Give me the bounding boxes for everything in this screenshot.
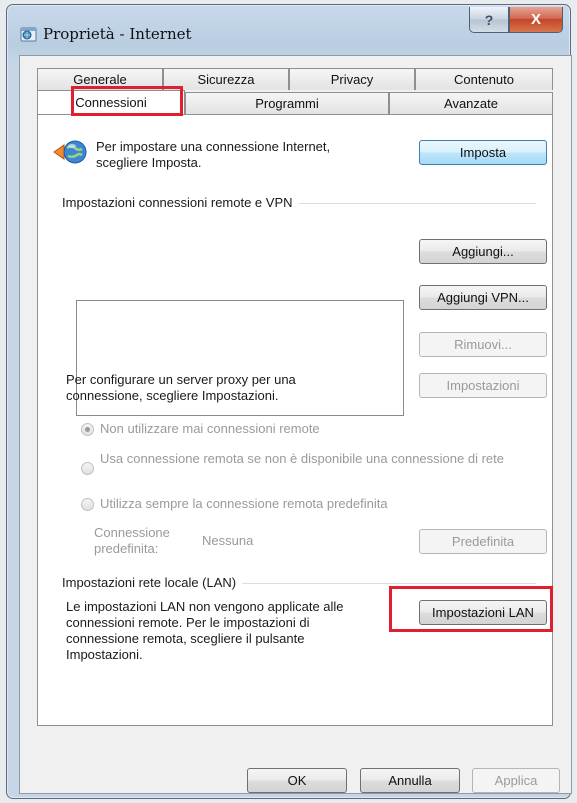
help-button[interactable]: ? xyxy=(469,7,509,33)
rimuovi-button[interactable]: Rimuovi... xyxy=(419,332,547,357)
ok-button[interactable]: OK xyxy=(247,768,347,793)
tab-privacy[interactable]: Privacy xyxy=(289,68,415,90)
window-frame: Proprietà - Internet ? X Generale Sicure… xyxy=(6,4,572,799)
tab-avanzate[interactable]: Avanzate xyxy=(389,92,553,114)
tab-label: Generale xyxy=(73,72,127,87)
tab-connessioni[interactable]: Connessioni xyxy=(37,90,185,114)
button-label: Impostazioni LAN xyxy=(432,605,534,620)
aggiungi-button[interactable]: Aggiungi... xyxy=(419,239,547,264)
radio-never-dial[interactable] xyxy=(81,423,94,436)
radio-when-needed-label: Usa connessione remota se non è disponib… xyxy=(100,451,504,466)
lan-text: Le impostazioni LAN non vengono applicat… xyxy=(66,599,344,662)
button-label: Annulla xyxy=(388,773,432,788)
tab-label: Sicurezza xyxy=(197,72,255,87)
button-label: OK xyxy=(287,773,307,788)
annulla-button[interactable]: Annulla xyxy=(360,768,460,793)
internet-options-icon xyxy=(19,24,39,44)
window-title: Proprietà - Internet xyxy=(43,25,192,43)
radio-dial-when-needed[interactable] xyxy=(81,462,94,475)
tab-programmi[interactable]: Programmi xyxy=(185,92,389,114)
tab-label: Privacy xyxy=(330,72,374,87)
radio-always-dial[interactable] xyxy=(81,498,94,511)
remote-group-title: Impostazioni connessioni remote e VPN xyxy=(62,195,299,210)
setup-text: Per impostare una connessione Internet, … xyxy=(96,139,331,170)
impostazioni-lan-button[interactable]: Impostazioni LAN xyxy=(419,600,547,625)
radio-always-label: Utilizza sempre la connessione remota pr… xyxy=(100,496,388,511)
title-bar[interactable]: Proprietà - Internet ? X xyxy=(7,5,570,57)
aggiungi-vpn-button[interactable]: Aggiungi VPN... xyxy=(419,285,547,310)
applica-button[interactable]: Applica xyxy=(472,768,560,793)
button-label: Aggiungi VPN... xyxy=(437,290,529,305)
tab-contenuto[interactable]: Contenuto xyxy=(415,68,553,90)
tab-sicurezza[interactable]: Sicurezza xyxy=(163,68,289,90)
predefinita-button[interactable]: Predefinita xyxy=(419,529,547,554)
tab-label: Avanzate xyxy=(444,96,498,111)
impostazioni-button[interactable]: Impostazioni xyxy=(419,373,547,398)
button-label: Rimuovi... xyxy=(454,337,512,352)
proxy-text: Per configurare un server proxy per una … xyxy=(66,372,296,403)
imposta-button[interactable]: Imposta xyxy=(419,140,547,165)
connessioni-panel: Per impostare una connessione Internet, … xyxy=(37,114,553,726)
close-button[interactable]: X xyxy=(509,7,563,33)
lan-group-title: Impostazioni rete locale (LAN) xyxy=(62,575,243,590)
help-icon: ? xyxy=(484,11,494,28)
default-connection-value: Nessuna xyxy=(202,533,254,548)
radio-never-label: Non utilizzare mai connessioni remote xyxy=(100,421,320,436)
tab-generale[interactable]: Generale xyxy=(37,68,163,90)
button-label: Predefinita xyxy=(451,534,515,549)
tab-label: Connessioni xyxy=(75,95,147,110)
tab-label: Contenuto xyxy=(454,72,514,87)
close-icon: X xyxy=(530,11,541,28)
button-label: Aggiungi... xyxy=(452,244,514,259)
dialog-client-area: Generale Sicurezza Privacy Contenuto Con… xyxy=(19,55,572,794)
button-label: Applica xyxy=(494,773,538,788)
globe-network-icon xyxy=(52,137,88,167)
button-label: Impostazioni xyxy=(446,378,520,393)
button-label: Imposta xyxy=(459,145,507,160)
tab-label: Programmi xyxy=(255,96,319,111)
default-connection-label: Connessione predefinita: xyxy=(94,525,170,556)
